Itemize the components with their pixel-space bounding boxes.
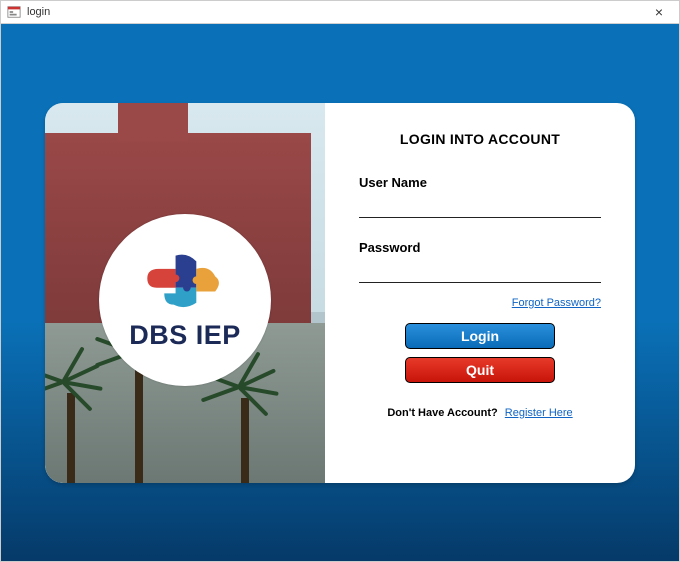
- register-row: Don't Have Account? Register Here: [359, 407, 601, 419]
- username-label: User Name: [359, 175, 601, 190]
- window-title: login: [27, 6, 639, 18]
- window-titlebar: login ×: [0, 0, 680, 24]
- close-icon[interactable]: ×: [639, 4, 679, 20]
- app-icon: [7, 5, 21, 19]
- login-form: LOGIN INTO ACCOUNT User Name Password Fo…: [325, 103, 635, 483]
- login-card: DBS IEP LOGIN INTO ACCOUNT User Name Pas…: [45, 103, 635, 483]
- forgot-password-link[interactable]: Forgot Password?: [512, 297, 601, 309]
- quit-button[interactable]: Quit: [405, 357, 555, 383]
- card-image-panel: DBS IEP: [45, 103, 325, 483]
- register-link[interactable]: Register Here: [505, 407, 573, 419]
- brain-puzzle-icon: [135, 250, 235, 316]
- brand-logo: DBS IEP: [99, 214, 271, 386]
- client-area: DBS IEP LOGIN INTO ACCOUNT User Name Pas…: [0, 24, 680, 562]
- login-button[interactable]: Login: [405, 323, 555, 349]
- form-heading: LOGIN INTO ACCOUNT: [359, 131, 601, 147]
- password-input[interactable]: [359, 261, 601, 283]
- register-prompt: Don't Have Account?: [387, 407, 497, 419]
- password-label: Password: [359, 240, 601, 255]
- username-input[interactable]: [359, 196, 601, 218]
- brand-text: DBS IEP: [129, 320, 241, 351]
